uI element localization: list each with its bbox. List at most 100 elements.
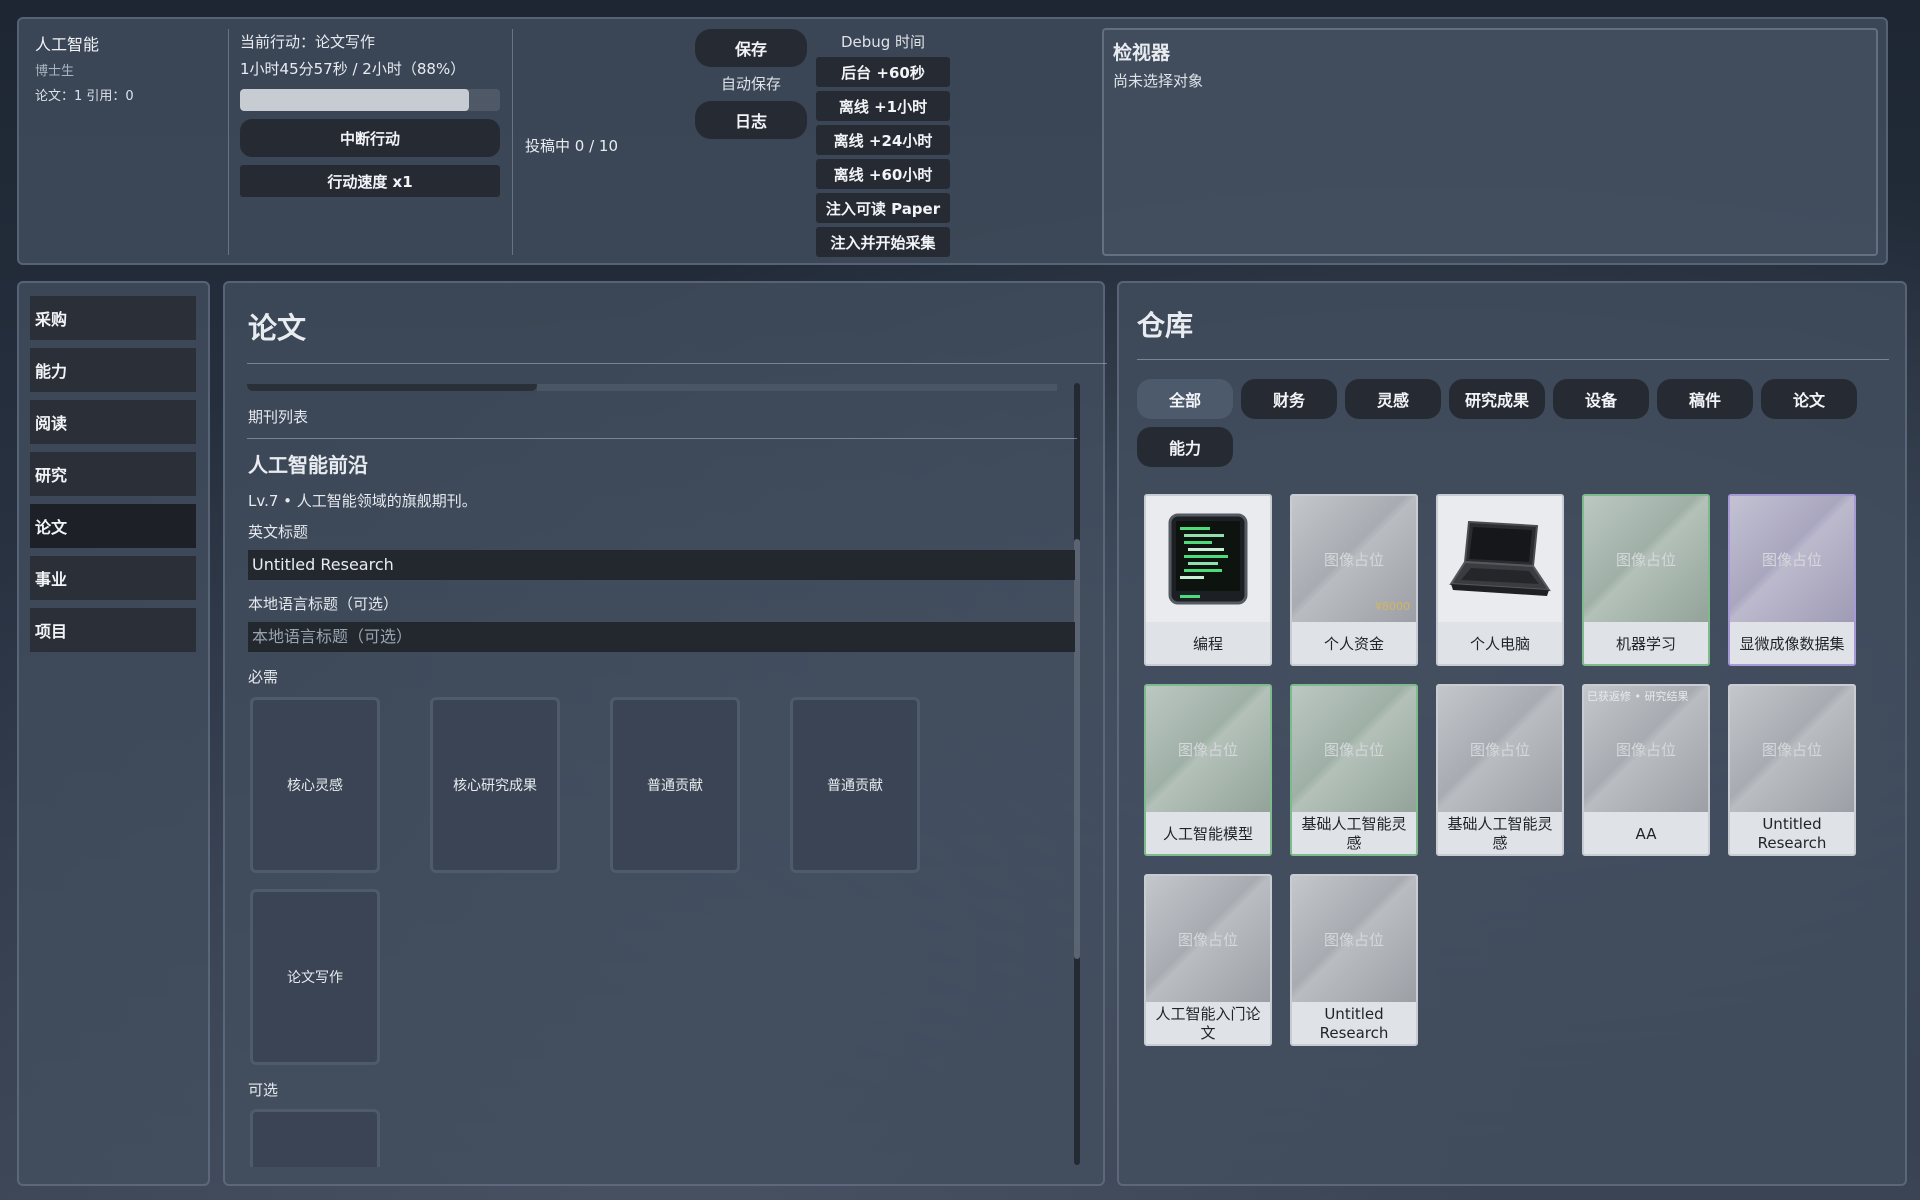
- divider: [512, 29, 513, 255]
- tab-finance[interactable]: 财务: [1241, 379, 1337, 419]
- action-time: 1小时45分57秒 / 2小时（88%）: [240, 60, 466, 78]
- inspector-panel: 检视器 尚未选择对象: [1102, 28, 1878, 256]
- sidebar-item-paper[interactable]: 论文: [30, 504, 196, 548]
- divider: [247, 438, 1077, 439]
- image-placeholder: 图像占位: [1438, 686, 1562, 812]
- tab-papers[interactable]: 论文: [1761, 379, 1857, 419]
- item-card-label: 人工智能模型: [1162, 824, 1253, 843]
- item-card-personal-funds[interactable]: 图像占位 ¥8000 个人资金: [1290, 494, 1418, 666]
- debug-time-panel: Debug 时间 后台 +60秒 离线 +1小时 离线 +24小时 离线 +60…: [816, 31, 950, 257]
- image-placeholder-text: 图像占位: [1761, 740, 1822, 759]
- tab-all[interactable]: 全部: [1137, 379, 1233, 419]
- debug-offline-24h-button[interactable]: 离线 +24小时: [816, 125, 950, 155]
- log-button[interactable]: 日志: [695, 101, 807, 139]
- image-placeholder: 图像占位: [1730, 496, 1854, 622]
- sidebar-item-career[interactable]: 事业: [30, 556, 196, 600]
- item-card-label: AA: [1635, 824, 1657, 843]
- item-card-label: 基础人工智能灵感: [1301, 815, 1407, 852]
- item-card-ai-intro-paper[interactable]: 图像占位 人工智能入门论文: [1144, 874, 1272, 1046]
- current-action-label: 当前行动：论文写作: [240, 33, 376, 51]
- item-card-microscopy-dataset[interactable]: 图像占位 显微成像数据集: [1728, 494, 1856, 666]
- divider: [228, 29, 229, 255]
- item-card-label: 个人资金: [1323, 634, 1384, 653]
- item-card-label: 编程: [1192, 634, 1223, 653]
- item-card-ai-model[interactable]: 图像占位 人工智能模型: [1144, 684, 1272, 856]
- image-placeholder-text: 图像占位: [1615, 740, 1676, 759]
- action-progress-bar: [240, 89, 500, 111]
- tab-inspiration[interactable]: 灵感: [1345, 379, 1441, 419]
- image-placeholder: 图像占位: [1584, 686, 1708, 812]
- journal-description: Lv.7 • 人工智能领域的旗舰期刊。: [248, 492, 477, 510]
- laptop-icon: [1438, 496, 1562, 622]
- warehouse-title: 仓库: [1137, 309, 1194, 342]
- tab-manuscripts[interactable]: 稿件: [1657, 379, 1753, 419]
- item-card-machine-learning[interactable]: 图像占位 机器学习: [1582, 494, 1710, 666]
- tab-equipment[interactable]: 设备: [1553, 379, 1649, 419]
- profile-stats: 论文：1 引用：0: [35, 89, 134, 104]
- sidebar-item-project[interactable]: 项目: [30, 608, 196, 652]
- save-button[interactable]: 保存: [695, 29, 807, 67]
- inspector-title: 检视器: [1113, 42, 1171, 64]
- image-placeholder-text: 图像占位: [1323, 740, 1384, 759]
- submission-count: 投稿中 0 / 10: [525, 137, 618, 155]
- warehouse-panel: 仓库 全部 财务 灵感 研究成果 设备 稿件 论文 能力 编程 图像占位 ¥80…: [1117, 281, 1907, 1186]
- scroll-tab-track: [537, 384, 1057, 391]
- image-placeholder: 图像占位: [1292, 686, 1416, 812]
- en-title-input[interactable]: Untitled Research: [248, 550, 1075, 580]
- top-bar: 人工智能 博士生 论文：1 引用：0 当前行动：论文写作 1小时45分57秒 /…: [17, 17, 1888, 265]
- slot-core-research-result[interactable]: 核心研究成果: [430, 697, 560, 873]
- image-placeholder: 图像占位: [1730, 686, 1854, 812]
- inspector-empty-text: 尚未选择对象: [1113, 72, 1204, 90]
- item-card-untitled-research[interactable]: 图像占位 Untitled Research: [1290, 874, 1418, 1046]
- debug-bg-60s-button[interactable]: 后台 +60秒: [816, 57, 950, 87]
- en-title-label: 英文标题: [248, 523, 309, 541]
- sidebar-item-reading[interactable]: 阅读: [30, 400, 196, 444]
- tab-research-results[interactable]: 研究成果: [1449, 379, 1545, 419]
- sidebar: 采购 能力 阅读 研究 论文 事业 项目: [17, 281, 210, 1186]
- image-placeholder: 图像占位: [1584, 496, 1708, 622]
- slot-core-inspiration[interactable]: 核心灵感: [250, 697, 380, 873]
- debug-offline-60h-button[interactable]: 离线 +60小时: [816, 159, 950, 189]
- divider: [247, 363, 1107, 364]
- slot-paper-writing[interactable]: 论文写作: [250, 889, 380, 1065]
- debug-inject-collect-button[interactable]: 注入并开始采集: [816, 227, 950, 257]
- local-title-input[interactable]: 本地语言标题（可选）: [248, 622, 1075, 652]
- divider: [1137, 359, 1889, 360]
- item-card-label: 机器学习: [1615, 634, 1676, 653]
- current-action: 当前行动：论文写作 1小时45分57秒 / 2小时（88%） 中断行动 行动速度…: [240, 31, 502, 197]
- slot-optional[interactable]: [250, 1109, 380, 1167]
- sidebar-item-purchase[interactable]: 采购: [30, 296, 196, 340]
- item-card-label: 个人电脑: [1469, 634, 1530, 653]
- card-status-tag: 已获返修 • 研究结果: [1587, 690, 1689, 703]
- profile-title: 博士生: [35, 64, 75, 79]
- optional-label: 可选: [248, 1081, 279, 1099]
- image-placeholder-text: 图像占位: [1323, 930, 1384, 949]
- item-card-basic-ai-inspiration[interactable]: 图像占位 基础人工智能灵感: [1290, 684, 1418, 856]
- debug-offline-1h-button[interactable]: 离线 +1小时: [816, 91, 950, 121]
- item-card-label: Untitled Research: [1319, 1005, 1389, 1042]
- item-card-basic-ai-inspiration[interactable]: 图像占位 基础人工智能灵感: [1436, 684, 1564, 856]
- item-card-programming[interactable]: 编程: [1144, 494, 1272, 666]
- paper-title: 论文: [248, 311, 307, 345]
- debug-inject-paper-button[interactable]: 注入可读 Paper: [816, 193, 950, 223]
- scroll-tab-indicator: [247, 384, 537, 391]
- action-speed-button[interactable]: 行动速度 x1: [240, 165, 500, 197]
- interrupt-action-button[interactable]: 中断行动: [240, 119, 500, 157]
- item-card-personal-computer[interactable]: 个人电脑: [1436, 494, 1564, 666]
- slot-general-contribution[interactable]: 普通贡献: [790, 697, 920, 873]
- item-card-aa[interactable]: 图像占位 已获返修 • 研究结果 AA: [1582, 684, 1710, 856]
- sidebar-item-research[interactable]: 研究: [30, 452, 196, 496]
- paper-panel: 论文 期刊列表 人工智能前沿 Lv.7 • 人工智能领域的旗舰期刊。 英文标题 …: [223, 281, 1107, 1186]
- save-controls: 保存 自动保存 日志: [695, 29, 807, 139]
- code-terminal-icon: [1146, 496, 1270, 622]
- scrollbar-thumb[interactable]: [1074, 539, 1080, 959]
- journal-list-label[interactable]: 期刊列表: [248, 406, 308, 427]
- profile: 人工智能 博士生 论文：1 引用：0: [35, 31, 215, 104]
- image-placeholder-text: 图像占位: [1469, 740, 1530, 759]
- slot-general-contribution[interactable]: 普通贡献: [610, 697, 740, 873]
- tab-ability[interactable]: 能力: [1137, 427, 1233, 467]
- price-tag: ¥8000: [1375, 600, 1410, 613]
- sidebar-item-ability[interactable]: 能力: [30, 348, 196, 392]
- image-placeholder-text: 图像占位: [1177, 930, 1238, 949]
- item-card-untitled-research[interactable]: 图像占位 Untitled Research: [1728, 684, 1856, 856]
